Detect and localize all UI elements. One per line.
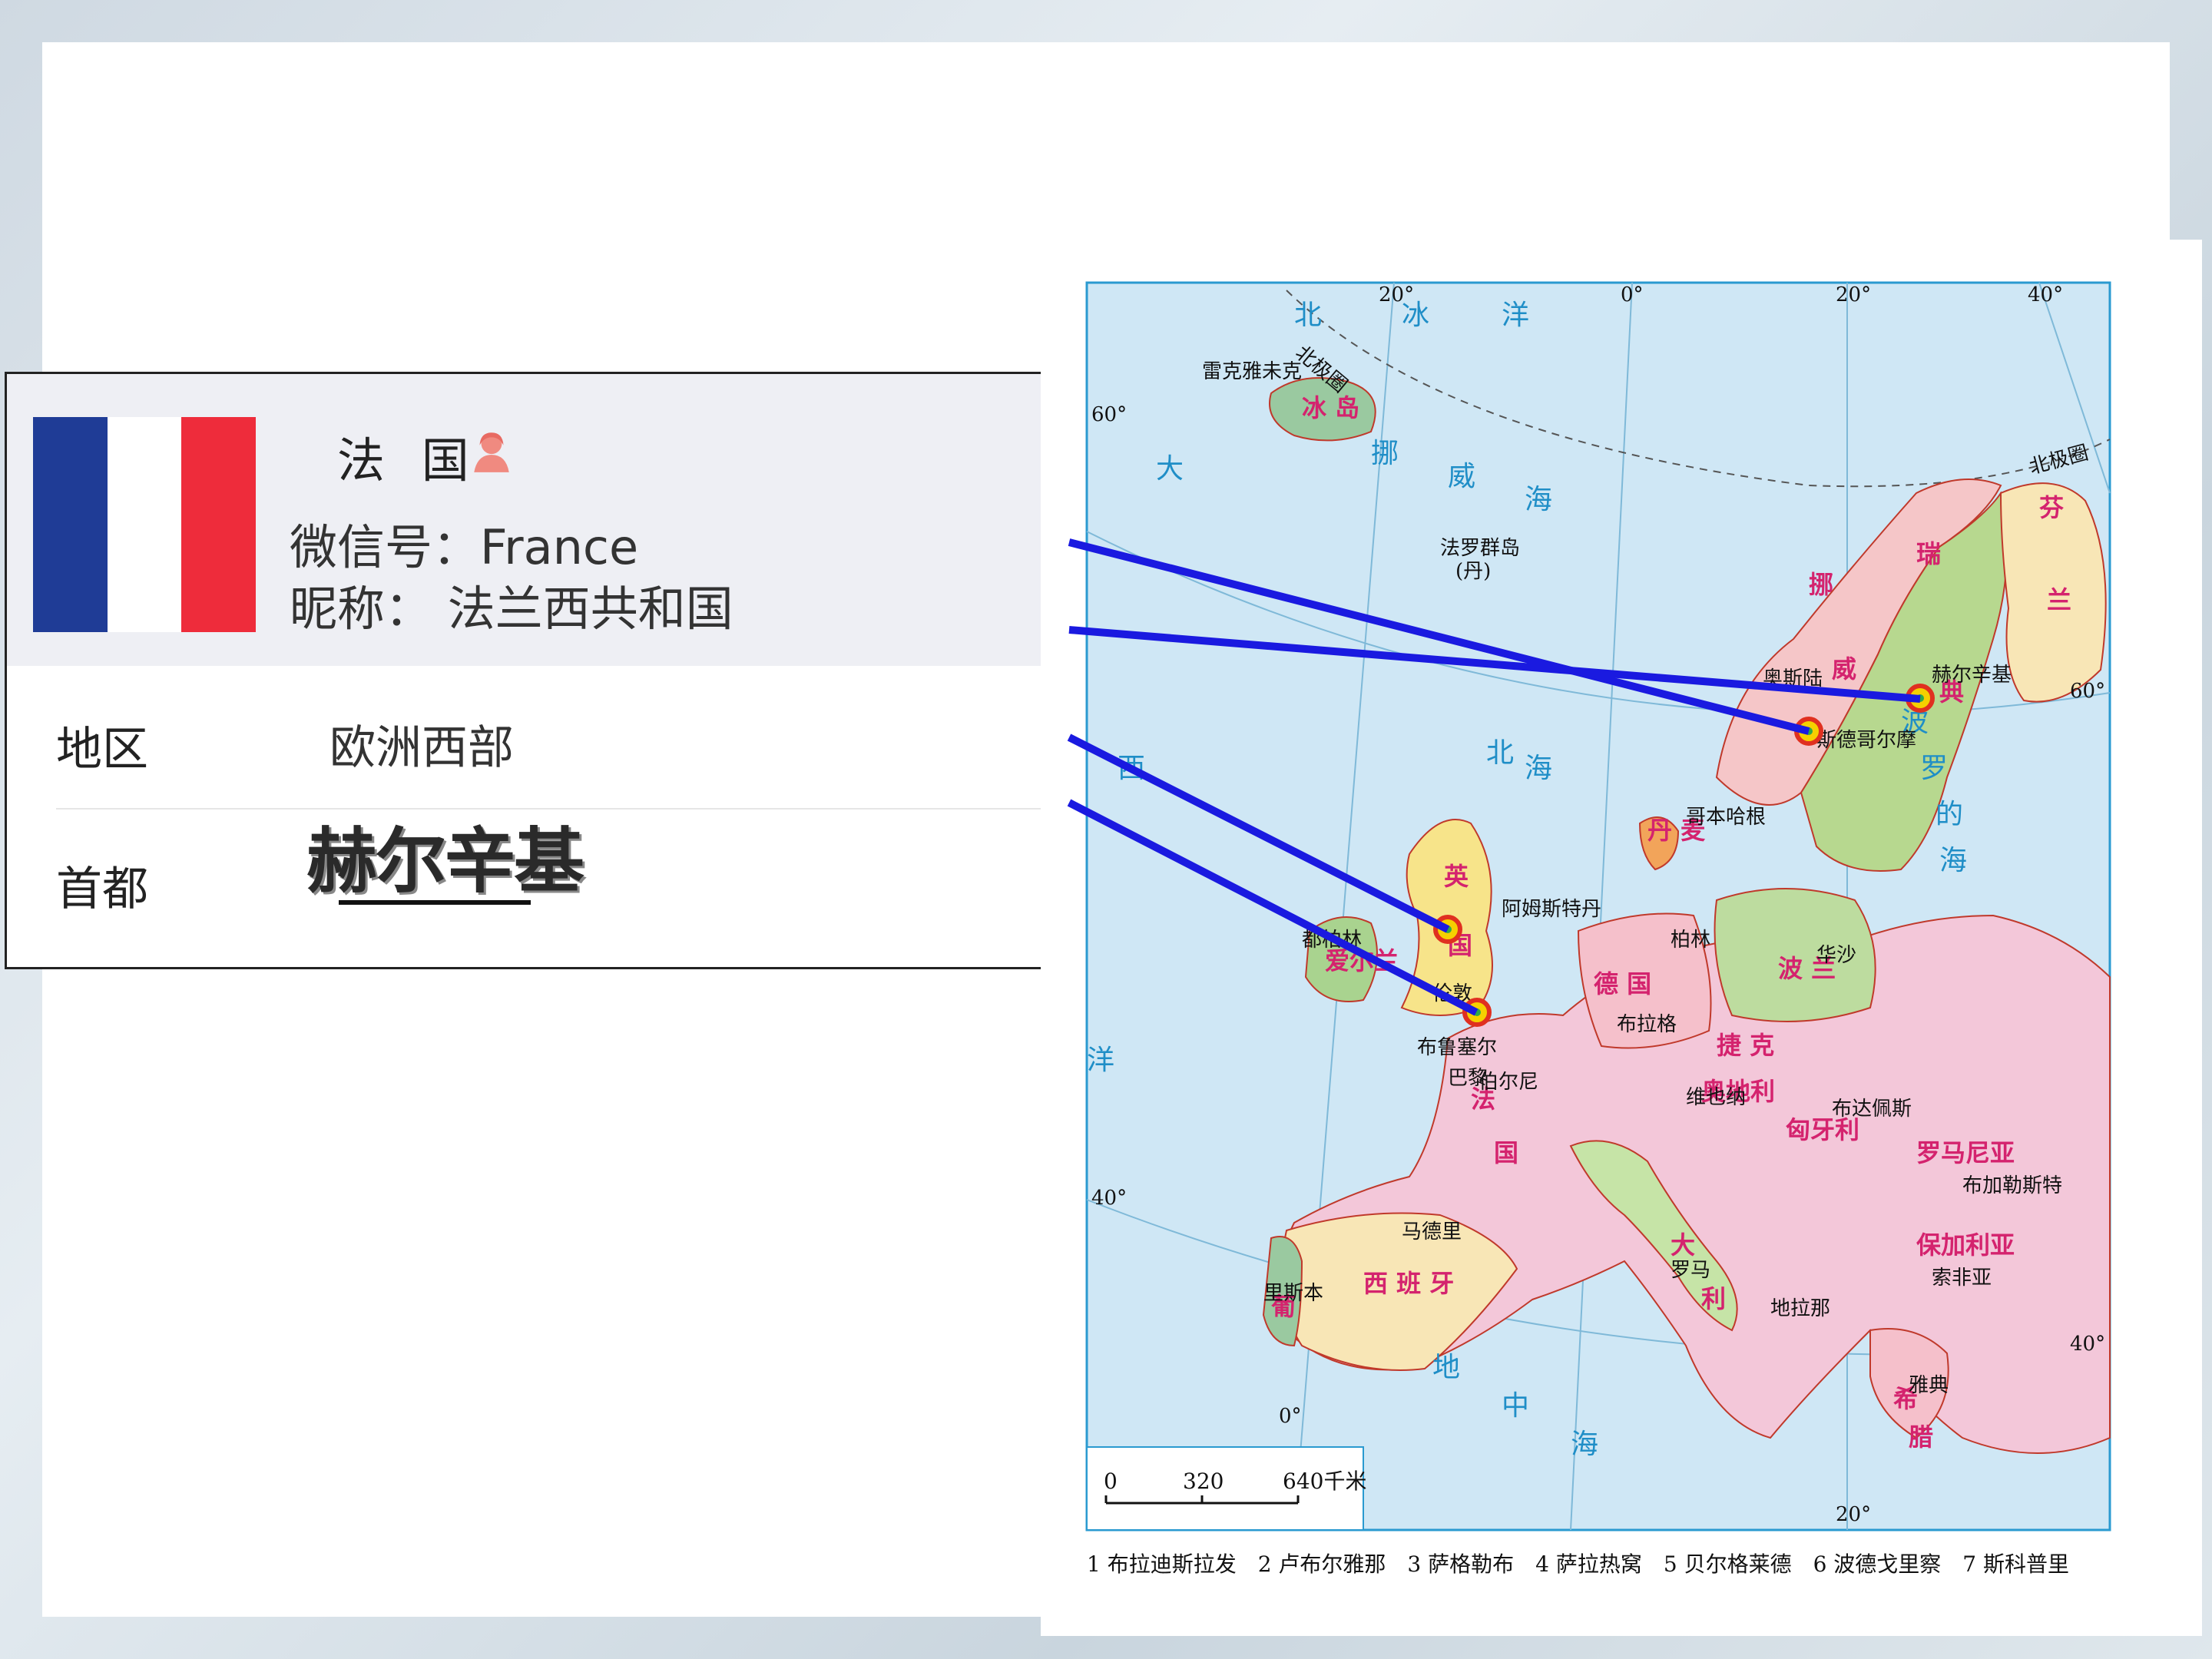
svg-text:20°: 20° bbox=[1836, 283, 1871, 306]
london-marker bbox=[1433, 915, 1462, 944]
svg-text:地拉那: 地拉那 bbox=[1770, 1297, 1830, 1320]
europe-political-map: 北 冰 洋 大 西 洋 挪 威 海 北 海 波 罗 的 海 地 中 海 冰 岛 … bbox=[1085, 281, 2111, 1577]
svg-text:640千米: 640千米 bbox=[1283, 1469, 1366, 1494]
svg-text:腊: 腊 bbox=[1909, 1422, 1933, 1452]
svg-text:海: 海 bbox=[1525, 753, 1552, 784]
svg-text:德 国: 德 国 bbox=[1594, 969, 1651, 998]
europe-map-panel: 北 冰 洋 大 西 洋 挪 威 海 北 海 波 罗 的 海 地 中 海 冰 岛 … bbox=[1041, 240, 2202, 1636]
svg-text:洋: 洋 bbox=[1087, 1045, 1114, 1076]
svg-text:大: 大 bbox=[1671, 1230, 1695, 1260]
svg-text:北: 北 bbox=[1486, 737, 1514, 769]
svg-text:奥斯陆: 奥斯陆 bbox=[1763, 667, 1823, 690]
svg-text:芬: 芬 bbox=[2039, 493, 2064, 522]
svg-text:60°: 60° bbox=[1091, 403, 1127, 426]
svg-text:维也纳: 维也纳 bbox=[1686, 1086, 1746, 1109]
svg-text:海: 海 bbox=[1939, 845, 1967, 876]
svg-text:0°: 0° bbox=[1621, 283, 1644, 306]
svg-text:40°: 40° bbox=[1091, 1187, 1127, 1210]
svg-text:罗马尼亚: 罗马尼亚 bbox=[1916, 1138, 2015, 1167]
svg-text:国: 国 bbox=[1494, 1138, 1518, 1167]
svg-text:里斯本: 里斯本 bbox=[1263, 1282, 1323, 1305]
svg-text:威: 威 bbox=[1448, 461, 1475, 492]
svg-text:英: 英 bbox=[1444, 862, 1469, 891]
card-header: 法 国 微信号：France 昵称： 法兰西共和国 bbox=[7, 374, 1061, 666]
svg-text:40°: 40° bbox=[2070, 1333, 2105, 1356]
svg-text:布加勒斯特: 布加勒斯特 bbox=[1962, 1174, 2062, 1197]
svg-text:威: 威 bbox=[1832, 654, 1856, 684]
svg-text:海: 海 bbox=[1571, 1429, 1598, 1460]
helsinki-marker bbox=[1906, 684, 1935, 713]
svg-text:伯尔尼: 伯尔尼 bbox=[1479, 1071, 1538, 1094]
capital-answer-text: 赫尔辛基 bbox=[306, 820, 584, 902]
paris-marker bbox=[1462, 998, 1492, 1027]
svg-text:柏林: 柏林 bbox=[1671, 929, 1710, 952]
svg-text:阿姆斯特丹: 阿姆斯特丹 bbox=[1502, 898, 1601, 921]
map-legend: 1 布拉迪斯拉发 2 卢布尔雅那 3 萨格勒布 4 萨拉热窝 5 贝尔格莱德 6… bbox=[1087, 1551, 2069, 1577]
svg-text:瑞: 瑞 bbox=[1916, 539, 1941, 568]
contact-card: 法 国 微信号：France 昵称： 法兰西共和国 地区 欧洲西部 首都 赫尔辛… bbox=[5, 372, 1063, 969]
svg-text:大: 大 bbox=[1156, 453, 1184, 485]
svg-text:马德里: 马德里 bbox=[1402, 1220, 1462, 1243]
svg-text:雅典: 雅典 bbox=[1909, 1374, 1949, 1397]
svg-text:利: 利 bbox=[1701, 1284, 1726, 1313]
svg-text:罗马: 罗马 bbox=[1671, 1259, 1710, 1282]
svg-text:斯德哥尔摩: 斯德哥尔摩 bbox=[1816, 729, 1916, 752]
svg-text:布拉格: 布拉格 bbox=[1617, 1013, 1677, 1036]
svg-text:布达佩斯: 布达佩斯 bbox=[1832, 1098, 1912, 1121]
flag-blue-stripe bbox=[33, 417, 108, 632]
svg-text:40°: 40° bbox=[2028, 283, 2063, 306]
svg-text:60°: 60° bbox=[2070, 680, 2105, 703]
svg-text:布鲁塞尔: 布鲁塞尔 bbox=[1417, 1036, 1497, 1059]
region-value: 欧洲西部 bbox=[329, 721, 514, 775]
svg-text:挪: 挪 bbox=[1371, 438, 1399, 469]
svg-text:中: 中 bbox=[1502, 1390, 1529, 1422]
svg-text:(丹): (丹) bbox=[1455, 560, 1491, 583]
svg-text:西: 西 bbox=[1118, 753, 1145, 784]
contact-name: 法 国 bbox=[337, 432, 480, 488]
region-label: 地区 bbox=[56, 723, 148, 777]
wechat-id: 微信号：France bbox=[290, 519, 639, 575]
svg-text:地: 地 bbox=[1432, 1352, 1460, 1383]
stockholm-marker bbox=[1794, 717, 1823, 746]
svg-text:北: 北 bbox=[1294, 300, 1322, 331]
svg-text:320: 320 bbox=[1183, 1469, 1224, 1494]
svg-text:冰 岛: 冰 岛 bbox=[1302, 393, 1359, 422]
svg-text:兰: 兰 bbox=[2047, 585, 2071, 614]
female-gender-icon bbox=[474, 432, 509, 472]
svg-text:赫尔辛基: 赫尔辛基 bbox=[1932, 664, 2012, 687]
svg-text:0: 0 bbox=[1104, 1469, 1118, 1494]
svg-text:20°: 20° bbox=[1379, 283, 1414, 306]
svg-text:索非亚: 索非亚 bbox=[1932, 1267, 1992, 1290]
svg-text:西 班 牙: 西 班 牙 bbox=[1363, 1269, 1454, 1298]
svg-text:的: 的 bbox=[1936, 799, 1963, 830]
svg-text:伦敦: 伦敦 bbox=[1432, 982, 1472, 1005]
svg-text:都柏林: 都柏林 bbox=[1302, 929, 1362, 952]
svg-text:哥本哈根: 哥本哈根 bbox=[1686, 806, 1766, 829]
svg-text:0°: 0° bbox=[1279, 1405, 1302, 1428]
svg-text:海: 海 bbox=[1525, 484, 1552, 515]
svg-text:华沙: 华沙 bbox=[1816, 944, 1856, 967]
svg-text:洋: 洋 bbox=[1502, 300, 1529, 331]
svg-text:捷 克: 捷 克 bbox=[1717, 1031, 1774, 1060]
nickname: 昵称： 法兰西共和国 bbox=[290, 581, 733, 637]
svg-text:法罗群岛: 法罗群岛 bbox=[1440, 537, 1520, 560]
svg-text:挪: 挪 bbox=[1809, 570, 1833, 599]
svg-text:20°: 20° bbox=[1836, 1503, 1871, 1526]
answer-blank-underline bbox=[339, 900, 531, 905]
flag-white-stripe bbox=[107, 417, 182, 632]
svg-text:保加利亚: 保加利亚 bbox=[1916, 1230, 2015, 1260]
flag-red-stripe bbox=[181, 417, 257, 632]
france-flag bbox=[33, 417, 257, 632]
capital-label: 首都 bbox=[56, 863, 148, 916]
svg-text:罗: 罗 bbox=[1920, 753, 1948, 784]
svg-text:雷克雅未克: 雷克雅未克 bbox=[1202, 360, 1302, 383]
